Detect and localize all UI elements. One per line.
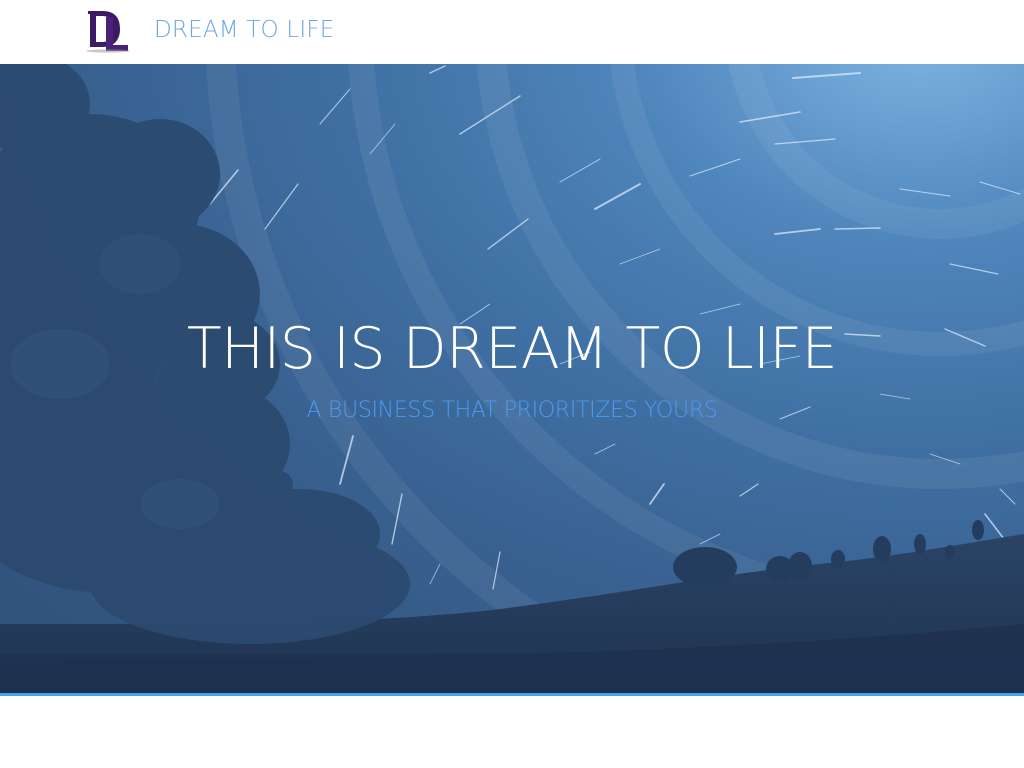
navbar: DREAM TO LIFE xyxy=(0,0,1024,64)
hero-accent-divider xyxy=(0,693,1024,696)
brand-name: DREAM TO LIFE xyxy=(154,17,335,43)
brand-link[interactable]: DREAM TO LIFE xyxy=(82,6,335,54)
hero-title: THIS IS DREAM TO LIFE xyxy=(186,316,838,382)
hero-banner: THIS IS DREAM TO LIFE A BUSINESS THAT PR… xyxy=(0,64,1024,693)
dl-monogram-logo-icon xyxy=(82,7,134,53)
hero-subtitle: A BUSINESS THAT PRIORITIZES YOURS xyxy=(306,398,718,423)
